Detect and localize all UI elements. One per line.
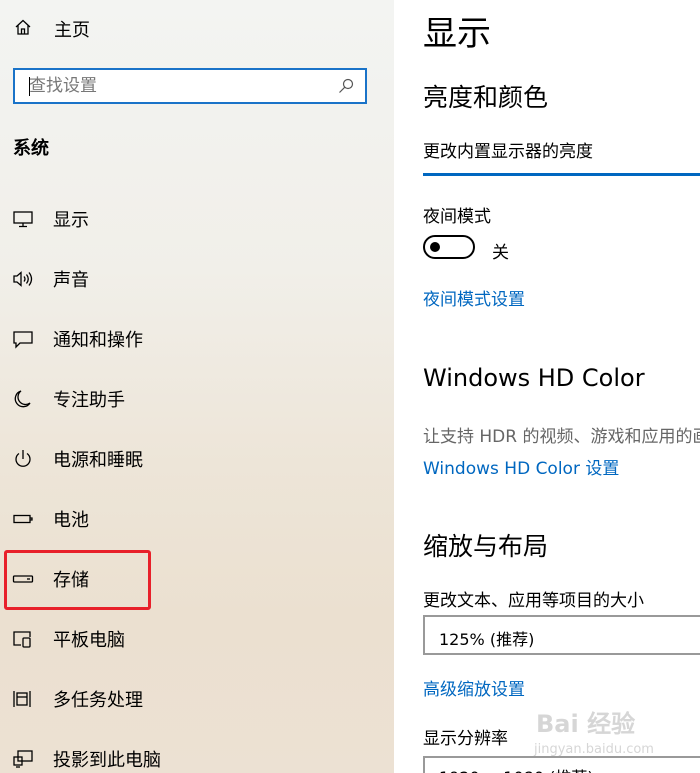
home-icon bbox=[14, 18, 32, 40]
sidebar: 主页 系统 显示 声音 bbox=[0, 0, 394, 773]
toggle-knob bbox=[430, 242, 440, 252]
section-title: 系统 bbox=[13, 138, 49, 159]
power-icon bbox=[11, 447, 35, 471]
battery-icon bbox=[11, 507, 35, 531]
sidebar-item-project[interactable]: 投影到此电脑 bbox=[0, 729, 394, 773]
sidebar-item-label: 通知和操作 bbox=[53, 330, 143, 351]
nav-list: 显示 声音 通知和操作 专注助手 电源和睡眠 电池 存储 平板电脑 多任务处理 … bbox=[0, 189, 394, 773]
tablet-icon bbox=[11, 627, 35, 651]
brightness-slider[interactable] bbox=[423, 173, 700, 176]
project-icon bbox=[11, 747, 35, 771]
sidebar-item-label: 电池 bbox=[53, 510, 89, 531]
advanced-scaling-link[interactable]: 高级缩放设置 bbox=[423, 675, 525, 700]
sidebar-item-display[interactable]: 显示 bbox=[0, 189, 394, 249]
night-mode-state: 关 bbox=[492, 243, 509, 263]
night-mode-toggle[interactable] bbox=[423, 235, 475, 259]
sidebar-item-label: 专注助手 bbox=[53, 390, 125, 411]
monitor-icon bbox=[11, 207, 35, 231]
sidebar-item-label: 显示 bbox=[53, 210, 89, 231]
sidebar-item-label: 声音 bbox=[53, 270, 89, 291]
sidebar-item-tablet[interactable]: 平板电脑 bbox=[0, 609, 394, 669]
hdr-description: 让支持 HDR 的视频、游戏和应用的画 bbox=[423, 427, 700, 447]
text-caret bbox=[29, 77, 30, 96]
sidebar-item-label: 投影到此电脑 bbox=[53, 750, 161, 771]
hdr-settings-link[interactable]: Windows HD Color 设置 bbox=[423, 454, 619, 479]
search-box[interactable] bbox=[13, 68, 367, 104]
home-nav-item[interactable]: 主页 bbox=[14, 14, 90, 44]
sidebar-item-notifications[interactable]: 通知和操作 bbox=[0, 309, 394, 369]
sidebar-item-label: 多任务处理 bbox=[53, 690, 143, 711]
sidebar-item-focus-assist[interactable]: 专注助手 bbox=[0, 369, 394, 429]
sidebar-item-label: 平板电脑 bbox=[53, 630, 125, 651]
brightness-label: 更改内置显示器的亮度 bbox=[423, 142, 593, 162]
sidebar-item-power[interactable]: 电源和睡眠 bbox=[0, 429, 394, 489]
scale-dropdown[interactable]: 125% (推荐) bbox=[423, 615, 700, 655]
scale-heading: 缩放与布局 bbox=[423, 532, 549, 561]
message-icon bbox=[11, 327, 35, 351]
sidebar-item-label: 电源和睡眠 bbox=[53, 450, 143, 471]
moon-icon bbox=[11, 387, 35, 411]
hdr-heading: Windows HD Color bbox=[423, 364, 645, 392]
resolution-label: 显示分辨率 bbox=[423, 729, 508, 749]
speaker-icon bbox=[11, 267, 35, 291]
sidebar-item-multitasking[interactable]: 多任务处理 bbox=[0, 669, 394, 729]
sidebar-item-battery[interactable]: 电池 bbox=[0, 489, 394, 549]
scale-label: 更改文本、应用等项目的大小 bbox=[423, 591, 644, 611]
night-mode-label: 夜间模式 bbox=[423, 207, 491, 227]
search-input[interactable] bbox=[15, 75, 335, 97]
storage-highlight-box bbox=[4, 550, 151, 610]
resolution-dropdown[interactable]: 1920 × 1080 (推荐) bbox=[423, 756, 700, 773]
search-icon[interactable] bbox=[335, 75, 357, 97]
scale-value: 125% (推荐) bbox=[439, 630, 535, 649]
multitask-icon bbox=[11, 687, 35, 711]
home-label: 主页 bbox=[54, 20, 90, 41]
main-panel: 显示 亮度和颜色 更改内置显示器的亮度 夜间模式 关 夜间模式设置 Window… bbox=[394, 0, 700, 773]
page-title: 显示 bbox=[423, 14, 491, 54]
resolution-value: 1920 × 1080 (推荐) bbox=[439, 764, 594, 773]
sidebar-item-sound[interactable]: 声音 bbox=[0, 249, 394, 309]
night-mode-settings-link[interactable]: 夜间模式设置 bbox=[423, 285, 525, 310]
brightness-heading: 亮度和颜色 bbox=[423, 83, 549, 112]
